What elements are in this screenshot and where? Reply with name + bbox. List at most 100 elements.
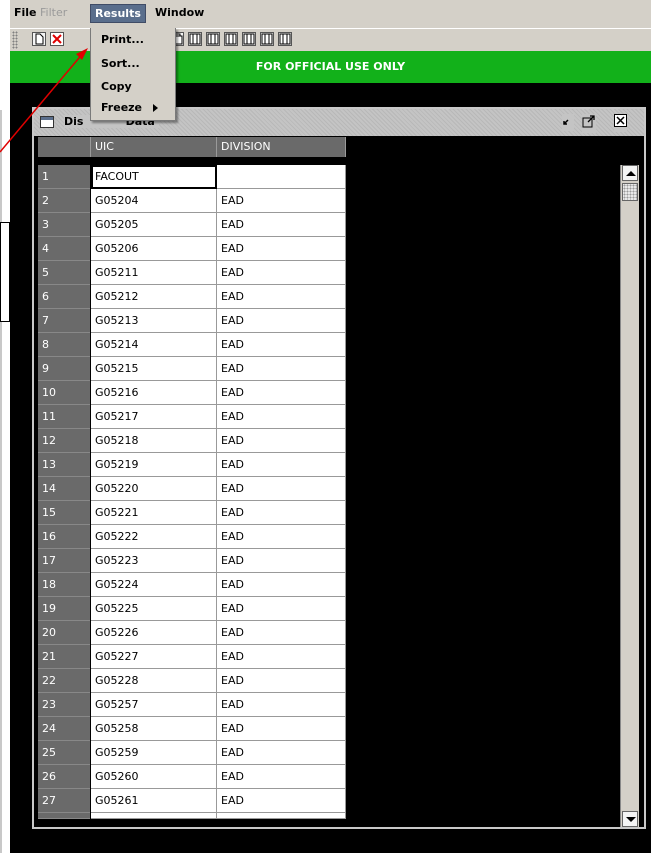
cell-division[interactable]: EAD: [217, 477, 346, 501]
menu-filter[interactable]: Filter: [40, 6, 67, 19]
minimize-icon[interactable]: [562, 114, 574, 131]
cell-division[interactable]: EAD: [217, 405, 346, 429]
cell-division[interactable]: EAD: [217, 573, 346, 597]
row-number[interactable]: 9: [38, 357, 90, 381]
cell-uic[interactable]: G05216: [91, 381, 217, 405]
row-number[interactable]: 26: [38, 765, 90, 789]
row-number[interactable]: 17: [38, 549, 90, 573]
cell-division[interactable]: EAD: [217, 645, 346, 669]
table-row[interactable]: 2 G05204 EAD: [38, 189, 352, 213]
close-icon[interactable]: [614, 114, 627, 132]
scroll-up-arrow-icon[interactable]: [622, 165, 638, 181]
menu-file[interactable]: File: [14, 6, 37, 19]
row-number[interactable]: 6: [38, 285, 90, 309]
cell-division[interactable]: EAD: [217, 333, 346, 357]
table-row[interactable]: 14 G05220 EAD: [38, 477, 352, 501]
maximize-icon[interactable]: [582, 114, 596, 133]
menu-item-sort[interactable]: Sort...: [101, 57, 140, 70]
row-number[interactable]: 25: [38, 741, 90, 765]
cell-uic[interactable]: G05206: [91, 237, 217, 261]
table-row[interactable]: 10 G05216 EAD: [38, 381, 352, 405]
cell-division[interactable]: [217, 165, 346, 189]
cell-division[interactable]: EAD: [217, 765, 346, 789]
cell-uic[interactable]: G05204: [91, 189, 217, 213]
cell-uic[interactable]: G05215: [91, 357, 217, 381]
cell-uic[interactable]: FACOUT: [91, 165, 217, 189]
table-row[interactable]: 4 G05206 EAD: [38, 237, 352, 261]
table-row[interactable]: 13 G05219 EAD: [38, 453, 352, 477]
table-row[interactable]: 9 G05215 EAD: [38, 357, 352, 381]
row-number[interactable]: 10: [38, 381, 90, 405]
table-row[interactable]: 17 G05223 EAD: [38, 549, 352, 573]
row-number[interactable]: 19: [38, 597, 90, 621]
table-row[interactable]: 26 G05260 EAD: [38, 765, 352, 789]
cell-uic[interactable]: G05228: [91, 669, 217, 693]
cell-division[interactable]: EAD: [217, 261, 346, 285]
row-number[interactable]: 27: [38, 789, 90, 813]
row-number[interactable]: 23: [38, 693, 90, 717]
cell-division[interactable]: EAD: [217, 525, 346, 549]
table-row[interactable]: 1 FACOUT: [38, 165, 352, 189]
toolbar-grip-icon[interactable]: [12, 31, 18, 49]
cell-division[interactable]: EAD: [217, 381, 346, 405]
row-number[interactable]: 13: [38, 453, 90, 477]
cell-division[interactable]: EAD: [217, 501, 346, 525]
cell-division[interactable]: EAD: [217, 453, 346, 477]
cell-division[interactable]: EAD: [217, 237, 346, 261]
cell-uic[interactable]: G05257: [91, 693, 217, 717]
row-number[interactable]: 18: [38, 573, 90, 597]
cell-uic[interactable]: G05218: [91, 429, 217, 453]
cell-division[interactable]: EAD: [217, 429, 346, 453]
cell-uic[interactable]: G05223: [91, 549, 217, 573]
row-number[interactable]: 24: [38, 717, 90, 741]
table-row[interactable]: 11 G05217 EAD: [38, 405, 352, 429]
row-number[interactable]: 3: [38, 213, 90, 237]
cell-division[interactable]: EAD: [217, 621, 346, 645]
cell-uic[interactable]: G05220: [91, 477, 217, 501]
cell-uic[interactable]: G05221: [91, 501, 217, 525]
table-row[interactable]: 18 G05224 EAD: [38, 573, 352, 597]
cell-division[interactable]: EAD: [217, 789, 346, 813]
vertical-scrollbar[interactable]: [620, 165, 639, 827]
column-header-division[interactable]: DIVISION: [217, 137, 346, 157]
menu-item-print[interactable]: Print...: [101, 33, 144, 46]
cell-uic[interactable]: G05213: [91, 309, 217, 333]
row-number[interactable]: 7: [38, 309, 90, 333]
table-row[interactable]: 23 G05257 EAD: [38, 693, 352, 717]
table-row[interactable]: 21 G05227 EAD: [38, 645, 352, 669]
cell-uic[interactable]: G05227: [91, 645, 217, 669]
table-row[interactable]: 16 G05222 EAD: [38, 525, 352, 549]
menu-results[interactable]: Results: [90, 4, 146, 23]
table-row[interactable]: 25 G05259 EAD: [38, 741, 352, 765]
cell-division[interactable]: EAD: [217, 189, 346, 213]
cell-division[interactable]: EAD: [217, 309, 346, 333]
cell-division[interactable]: EAD: [217, 717, 346, 741]
table-row[interactable]: 7 G05213 EAD: [38, 309, 352, 333]
cell-uic[interactable]: G05258: [91, 717, 217, 741]
cell-uic[interactable]: G05214: [91, 333, 217, 357]
cell-division[interactable]: EAD: [217, 741, 346, 765]
cell-uic[interactable]: G05222: [91, 525, 217, 549]
row-number[interactable]: 12: [38, 429, 90, 453]
column-icon[interactable]: [206, 32, 220, 46]
cell-division[interactable]: EAD: [217, 597, 346, 621]
row-number[interactable]: 8: [38, 333, 90, 357]
row-number[interactable]: 16: [38, 525, 90, 549]
column-icon[interactable]: [260, 32, 274, 46]
scroll-down-arrow-icon[interactable]: [622, 811, 638, 827]
column-icon[interactable]: [224, 32, 238, 46]
row-number[interactable]: 14: [38, 477, 90, 501]
column-header-uic[interactable]: UIC: [91, 137, 217, 157]
new-document-icon[interactable]: [32, 32, 46, 46]
table-row[interactable]: 8 G05214 EAD: [38, 333, 352, 357]
cell-uic[interactable]: G05224: [91, 573, 217, 597]
table-row[interactable]: 20 G05226 EAD: [38, 621, 352, 645]
row-number[interactable]: 1: [38, 165, 90, 189]
cell-uic[interactable]: G05217: [91, 405, 217, 429]
table-row[interactable]: 12 G05218 EAD: [38, 429, 352, 453]
cell-division[interactable]: EAD: [217, 285, 346, 309]
cell-uic[interactable]: G05225: [91, 597, 217, 621]
table-row[interactable]: 22 G05228 EAD: [38, 669, 352, 693]
cell-uic[interactable]: G05259: [91, 741, 217, 765]
row-number[interactable]: 21: [38, 645, 90, 669]
